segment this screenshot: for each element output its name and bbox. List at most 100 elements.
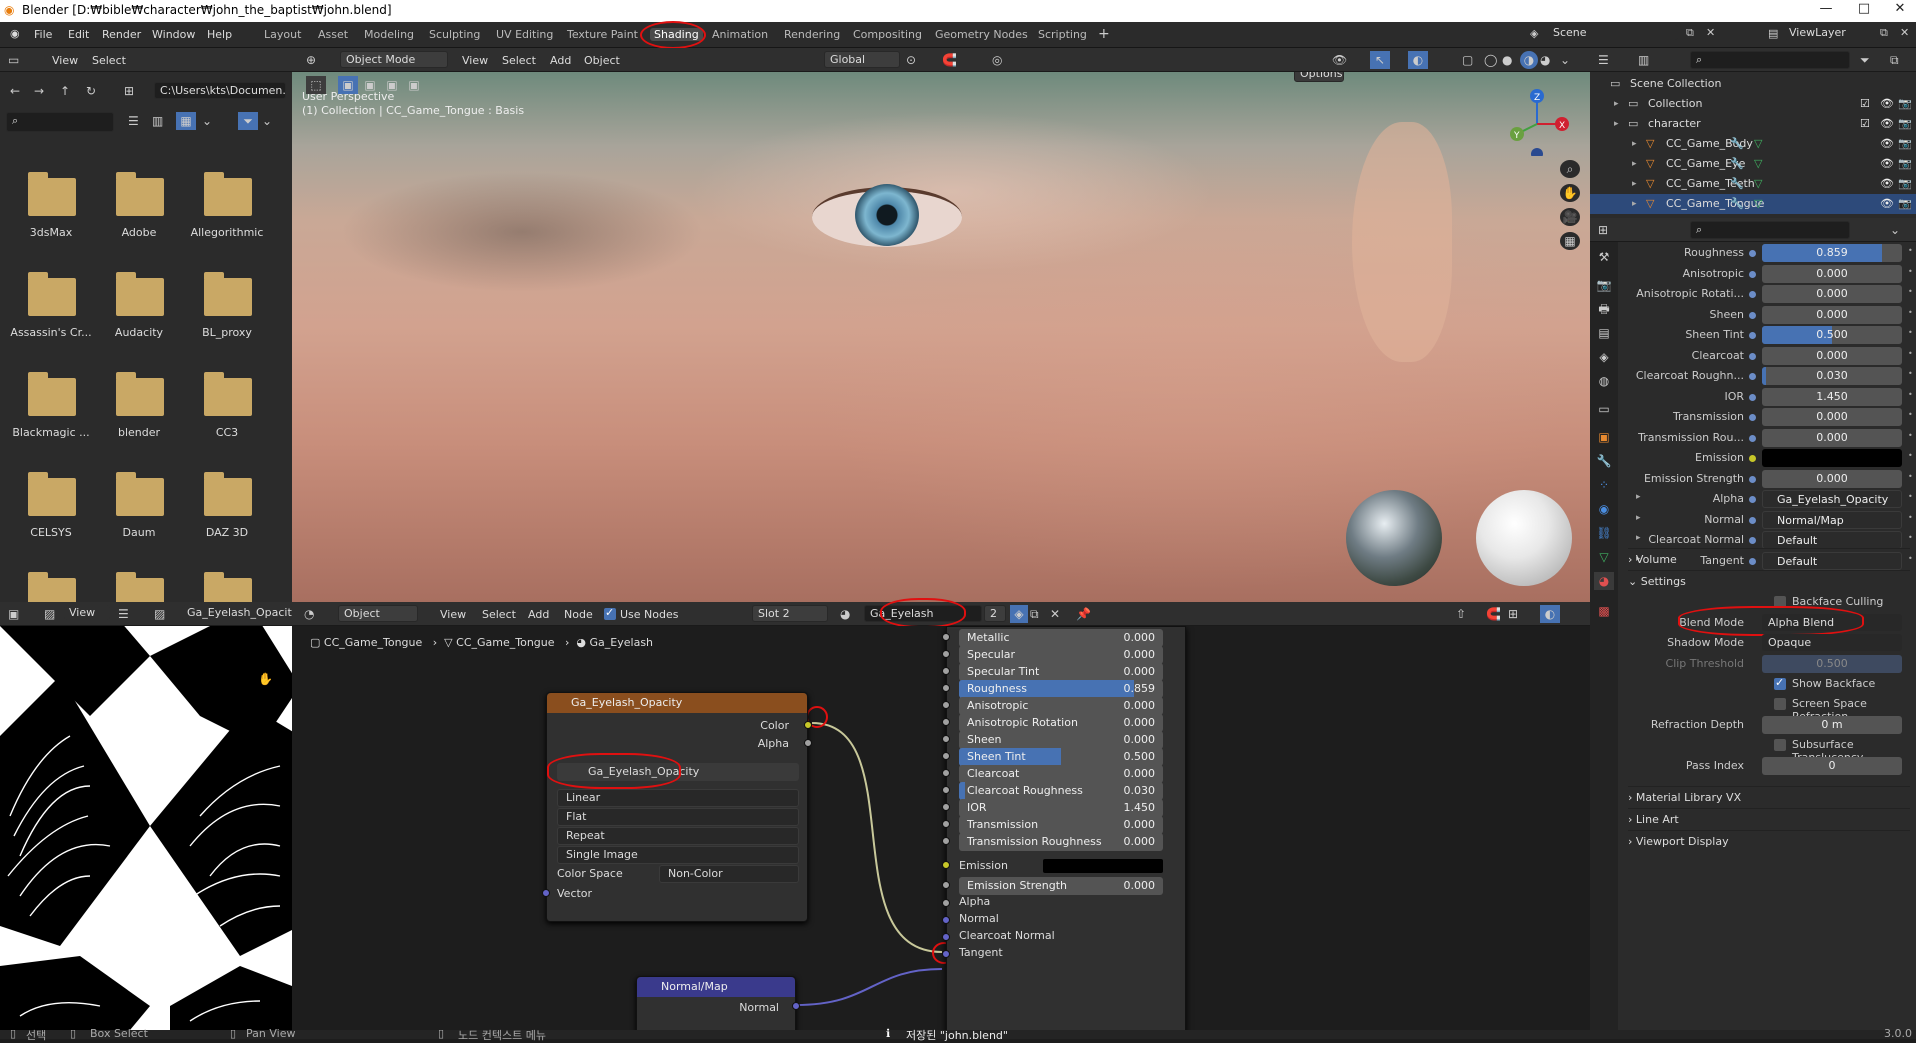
pivot-icon[interactable]: ⊙: [906, 51, 916, 69]
property-socket-dot[interactable]: [1749, 332, 1756, 339]
bsdf-input-socket[interactable]: [942, 933, 950, 941]
bsdf-input-row[interactable]: Anisotropic 0.000: [947, 697, 1187, 715]
particles-tab-icon[interactable]: ⁘: [1594, 476, 1614, 494]
parent-dir-icon[interactable]: ↑: [60, 82, 70, 100]
keyframe-dot-icon[interactable]: •: [1908, 390, 1913, 399]
file-search-input[interactable]: ⌕: [6, 112, 114, 132]
render-camera-icon[interactable]: 📷: [1898, 94, 1912, 114]
bsdf-input-socket[interactable]: [942, 861, 950, 869]
pan-hand-icon[interactable]: ✋: [1560, 184, 1580, 202]
menu-edit[interactable]: Edit: [68, 28, 89, 41]
normal-map-header[interactable]: Normal/Map: [637, 977, 795, 997]
settings-section[interactable]: ⌄ Settings: [1628, 570, 1910, 592]
render-camera-icon[interactable]: 📷: [1898, 134, 1912, 154]
editor-type-icon[interactable]: ☰: [1598, 51, 1609, 69]
property-socket-dot[interactable]: [1749, 270, 1756, 278]
menu-node[interactable]: Node: [564, 608, 593, 621]
display-columns-icon[interactable]: ▥: [152, 112, 163, 130]
bsdf-input-row[interactable]: Specular Tint 0.000: [947, 663, 1187, 681]
scene-selector[interactable]: Scene: [1548, 25, 1678, 40]
tab-scripting[interactable]: Scripting: [1038, 28, 1087, 41]
new-view-layer-icon[interactable]: ⧉: [1880, 26, 1888, 40]
eye-icon[interactable]: 👁: [1880, 114, 1894, 134]
ssr-checkbox[interactable]: [1774, 698, 1786, 710]
property-field[interactable]: 0.000: [1762, 469, 1902, 488]
overlay-toggle-icon[interactable]: ◐: [1408, 51, 1428, 69]
keyframe-dot-icon[interactable]: •: [1908, 451, 1913, 460]
gizmo-toggle-icon[interactable]: ↖: [1370, 51, 1390, 69]
camera-view-icon[interactable]: 🎥: [1560, 208, 1580, 226]
expand-arrow-icon[interactable]: ▸: [1632, 134, 1637, 154]
unlink-material-icon[interactable]: ✕: [1050, 605, 1060, 623]
tab-uv-editing[interactable]: UV Editing: [496, 28, 553, 41]
property-socket-dot[interactable]: [1749, 475, 1756, 483]
eye-icon[interactable]: 👁: [1880, 94, 1894, 114]
folder-icon[interactable]: [116, 172, 164, 216]
box-select-mode-icon[interactable]: ▣: [338, 76, 358, 94]
tab-sculpting[interactable]: Sculpting: [429, 28, 480, 41]
bsdf-input-socket[interactable]: [942, 899, 950, 907]
outliner-row[interactable]: ▸ ▽ CC_Game_Body 🔧 ▽ 👁 📷: [1590, 134, 1916, 154]
collection-tab-icon[interactable]: ▭: [1594, 400, 1614, 418]
bsdf-input-socket[interactable]: [942, 916, 950, 924]
refraction-depth-field[interactable]: 0 m: [1762, 716, 1902, 734]
select-extend-icon[interactable]: ▣: [360, 76, 380, 94]
folder-icon[interactable]: [116, 372, 164, 416]
menu-add[interactable]: Add: [550, 54, 571, 67]
transform-orientation-dropdown[interactable]: Global: [824, 51, 900, 68]
bsdf-input-row[interactable]: Metallic 0.000: [947, 629, 1187, 647]
expand-arrow-icon[interactable]: ▸: [1632, 174, 1637, 194]
line-art-section[interactable]: › Line Art: [1628, 808, 1910, 830]
material-preview-icon[interactable]: ◑: [1520, 51, 1538, 69]
display-thumbnails-icon[interactable]: ▦: [176, 112, 196, 130]
bsdf-input-row[interactable]: IOR 1.450: [947, 799, 1187, 817]
menu-view[interactable]: View: [52, 54, 78, 67]
shader-node-editor[interactable]: ▢ CC_Game_Tongue › ▽ CC_Game_Tongue › ◕ …: [292, 626, 1590, 1030]
back-arrow-icon[interactable]: ←: [10, 82, 20, 100]
output-tab-icon[interactable]: 🖶: [1594, 300, 1614, 318]
property-field[interactable]: [1762, 449, 1902, 467]
3d-viewport[interactable]: User Perspective (1) Collection | CC_Gam…: [292, 72, 1590, 602]
forward-arrow-icon[interactable]: →: [34, 82, 44, 100]
bsdf-input-socket[interactable]: [942, 684, 950, 692]
menu-view[interactable]: View: [462, 54, 488, 67]
property-socket-dot[interactable]: [1749, 393, 1756, 401]
filter-icon[interactable]: ⏷: [238, 112, 258, 130]
property-field[interactable]: 0.030: [1762, 367, 1902, 385]
keyframe-dot-icon[interactable]: •: [1908, 533, 1913, 542]
snap-icon[interactable]: 🧲: [1486, 605, 1501, 623]
keyframe-dot-icon[interactable]: •: [1908, 513, 1913, 522]
property-socket-dot[interactable]: [1749, 434, 1756, 442]
bsdf-input-row[interactable]: Specular 0.000: [947, 646, 1187, 664]
bsdf-slider[interactable]: Anisotropic 0.000: [959, 697, 1163, 715]
menu-select[interactable]: Select: [502, 54, 536, 67]
normal-map-node[interactable]: Normal/Map Normal: [636, 976, 800, 1030]
property-field[interactable]: 0.000: [1762, 264, 1902, 283]
editor-type-icon[interactable]: ⊕: [306, 51, 316, 69]
image-editor-canvas[interactable]: ✋: [0, 626, 292, 1030]
folder-icon[interactable]: [28, 272, 76, 316]
bsdf-input-socket[interactable]: [942, 650, 950, 658]
eye-icon[interactable]: 👁: [1880, 194, 1894, 214]
refresh-icon[interactable]: ↻: [86, 82, 96, 100]
bsdf-input-socket[interactable]: [942, 752, 950, 760]
keyframe-dot-icon[interactable]: •: [1908, 472, 1913, 481]
bsdf-input-socket[interactable]: [942, 950, 950, 958]
bsdf-slider[interactable]: Anisotropic Rotation 0.000: [959, 714, 1163, 732]
editor-type-icon[interactable]: ⊞: [1598, 221, 1608, 239]
bsdf-input-row[interactable]: Clearcoat Roughness 0.030: [947, 782, 1187, 800]
texture-tab-icon[interactable]: ▩: [1594, 602, 1614, 620]
pin-icon[interactable]: ⌄: [1890, 221, 1900, 239]
folder-icon[interactable]: [116, 272, 164, 316]
tab-texture-paint[interactable]: Texture Paint: [567, 28, 638, 41]
ortho-grid-icon[interactable]: ▦: [1560, 232, 1580, 250]
render-tab-icon[interactable]: 📷: [1594, 276, 1614, 294]
property-field[interactable]: 0.500: [1762, 326, 1902, 344]
property-socket-dot[interactable]: [1749, 291, 1756, 298]
new-collection-icon[interactable]: ⧉: [1890, 51, 1899, 69]
vector-input-socket[interactable]: [542, 889, 550, 897]
menu-file[interactable]: File: [34, 28, 52, 41]
normal-output-socket[interactable]: [792, 1002, 800, 1010]
pass-index-field[interactable]: 0: [1762, 757, 1902, 775]
bsdf-input-socket[interactable]: [942, 803, 950, 811]
